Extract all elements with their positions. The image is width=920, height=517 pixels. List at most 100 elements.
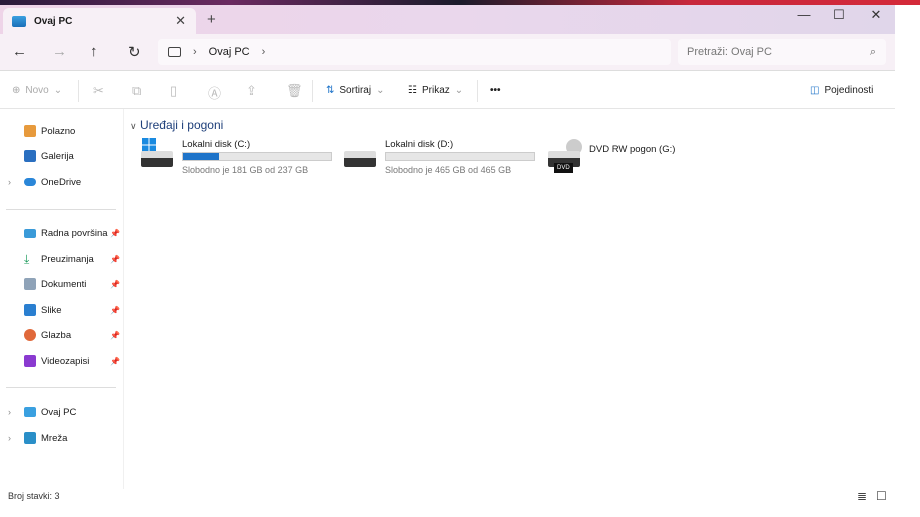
computer-icon bbox=[168, 47, 181, 57]
tab-ovaj-pc[interactable]: Ovaj PC ✕ bbox=[3, 8, 196, 34]
new-tab-button[interactable]: + bbox=[207, 11, 216, 28]
label: Polazno bbox=[41, 125, 76, 137]
paste-icon[interactable]: ▯ bbox=[170, 83, 177, 99]
usage-bar bbox=[182, 152, 332, 161]
divider bbox=[6, 387, 116, 388]
file-explorer-window: Ovaj PC ✕ + — ☐ ✕ ← → ↑ ↻ › Ovaj PC › Pr… bbox=[0, 5, 895, 517]
back-button[interactable]: ← bbox=[12, 43, 27, 60]
pin-icon: 📌 bbox=[110, 305, 120, 315]
divider bbox=[6, 209, 116, 210]
label: Preuzimanja bbox=[41, 253, 94, 265]
item-count: Broj stavki: 3 bbox=[8, 491, 60, 501]
plus-circle-icon: ⊕ bbox=[12, 85, 21, 96]
group-header[interactable]: ∨ Uređaji i pogoni bbox=[130, 118, 223, 132]
drive-d[interactable]: Lokalni disk (D:) Slobodno je 465 GB od … bbox=[344, 139, 544, 179]
divider bbox=[477, 80, 478, 102]
collapse-chevron-icon: ∨ bbox=[130, 121, 137, 131]
close-window-button[interactable]: ✕ bbox=[858, 7, 894, 23]
drive-g[interactable]: DVD DVD RW pogon (G:) bbox=[548, 139, 688, 179]
sidebar-item-network[interactable]: Mreža bbox=[24, 429, 124, 447]
search-icon: ⌕ bbox=[869, 45, 876, 58]
sidebar-item-downloads[interactable]: ⤓ Preuzimanja 📌 bbox=[24, 250, 124, 268]
group-title: Uređaji i pogoni bbox=[139, 118, 224, 132]
drive-name: Lokalni disk (D:) bbox=[385, 139, 454, 150]
sidebar-item-this-pc[interactable]: Ovaj PC bbox=[24, 403, 124, 421]
delete-icon[interactable]: 🗑 bbox=[286, 83, 303, 99]
details-view-icon[interactable]: ≣ bbox=[857, 489, 867, 503]
download-icon: ⤓ bbox=[24, 252, 30, 266]
sidebar-item-documents[interactable]: Dokumenti 📌 bbox=[24, 275, 124, 293]
navigation-pane: Polazno Galerija › OneDrive Radna površi… bbox=[0, 109, 124, 489]
navigation-bar: ← → ↑ ↻ › Ovaj PC › Pretraži: Ovaj PC ⌕ bbox=[0, 34, 895, 71]
share-icon[interactable]: ⇪ bbox=[246, 83, 257, 99]
chevron-right-icon: › bbox=[193, 46, 197, 58]
view-button[interactable]: ☷ Prikaz ⌄ bbox=[408, 85, 463, 96]
details-button[interactable]: ◫ Pojedinosti bbox=[810, 85, 873, 96]
label: Videozapisi bbox=[41, 355, 90, 367]
breadcrumb-ovaj-pc[interactable]: Ovaj PC bbox=[209, 46, 250, 58]
pin-icon: 📌 bbox=[110, 330, 120, 340]
windows-logo-icon bbox=[142, 138, 156, 152]
sidebar-item-music[interactable]: Glazba 📌 bbox=[24, 326, 124, 344]
gallery-icon bbox=[24, 150, 36, 162]
sidebar-item-pictures[interactable]: Slike 📌 bbox=[24, 301, 124, 319]
sort-label: Sortiraj bbox=[339, 85, 372, 96]
details-label: Pojedinosti bbox=[824, 85, 874, 96]
forward-button[interactable]: → bbox=[52, 43, 67, 60]
monitor-icon bbox=[12, 15, 26, 27]
label: Glazba bbox=[41, 329, 72, 341]
drive-name: DVD RW pogon (G:) bbox=[589, 144, 676, 155]
expand-chevron-icon[interactable]: › bbox=[8, 433, 11, 443]
up-button[interactable]: ↑ bbox=[90, 43, 98, 60]
dvd-badge: DVD bbox=[554, 163, 573, 173]
sidebar-item-desktop[interactable]: Radna površina 📌 bbox=[24, 224, 124, 242]
command-bar: ⊕ Novo ⌄ ✂ ⧉ ▯ Ⓐ ⇪ 🗑 ⇅ Sortiraj ⌄ ☷ Prikaz ⌄ •… bbox=[0, 72, 895, 109]
refresh-button[interactable]: ↻ bbox=[128, 43, 141, 61]
details-pane-icon: ◫ bbox=[810, 85, 820, 96]
sidebar-item-gallery[interactable]: Galerija bbox=[24, 147, 124, 165]
sidebar-item-onedrive[interactable]: OneDrive bbox=[24, 173, 124, 191]
view-icon: ☷ bbox=[408, 85, 417, 96]
documents-icon bbox=[24, 278, 36, 290]
tab-title: Ovaj PC bbox=[34, 15, 73, 27]
new-button[interactable]: ⊕ Novo ⌄ bbox=[12, 85, 62, 96]
rename-icon[interactable]: Ⓐ bbox=[208, 83, 221, 102]
pin-icon: 📌 bbox=[110, 356, 120, 366]
network-icon bbox=[24, 432, 36, 444]
view-label: Prikaz bbox=[421, 85, 450, 96]
search-input[interactable]: Pretraži: Ovaj PC ⌕ bbox=[678, 39, 886, 65]
tab-bar: Ovaj PC ✕ + — ☐ ✕ bbox=[0, 5, 895, 34]
search-placeholder: Pretraži: Ovaj PC bbox=[687, 46, 772, 58]
drive-name: Lokalni disk (C:) bbox=[182, 139, 251, 150]
cloud-icon bbox=[24, 178, 36, 186]
sort-button[interactable]: ⇅ Sortiraj ⌄ bbox=[326, 85, 384, 96]
expand-chevron-icon[interactable]: › bbox=[8, 407, 11, 417]
pin-icon: 📌 bbox=[110, 279, 120, 289]
chevron-right-icon[interactable]: › bbox=[262, 46, 266, 58]
cut-icon[interactable]: ✂ bbox=[93, 83, 104, 99]
drive-c[interactable]: Lokalni disk (C:) Slobodno je 181 GB od … bbox=[141, 138, 341, 179]
drive-icon bbox=[344, 151, 376, 167]
maximize-button[interactable]: ☐ bbox=[821, 7, 857, 23]
address-bar[interactable]: › Ovaj PC › bbox=[158, 39, 671, 65]
copy-icon[interactable]: ⧉ bbox=[132, 83, 141, 99]
pictures-icon bbox=[24, 304, 36, 316]
drive-free-space: Slobodno je 181 GB od 237 GB bbox=[182, 165, 309, 175]
videos-icon bbox=[24, 355, 36, 367]
tiles-view-icon[interactable]: ☐ bbox=[876, 489, 887, 503]
pin-icon: 📌 bbox=[110, 228, 120, 238]
expand-chevron-icon[interactable]: › bbox=[8, 177, 11, 187]
monitor-icon bbox=[24, 407, 36, 417]
close-tab-button[interactable]: ✕ bbox=[175, 13, 186, 29]
more-button[interactable]: ••• bbox=[490, 85, 501, 96]
label: Radna površina bbox=[41, 227, 108, 239]
sidebar-item-videos[interactable]: Videozapisi 📌 bbox=[24, 352, 124, 370]
sort-icon: ⇅ bbox=[326, 85, 335, 96]
minimize-button[interactable]: — bbox=[786, 7, 822, 22]
music-icon bbox=[24, 329, 36, 341]
label: Dokumenti bbox=[41, 278, 87, 290]
pin-icon: 📌 bbox=[110, 254, 120, 264]
usage-bar bbox=[385, 152, 535, 161]
label: Galerija bbox=[41, 150, 74, 162]
sidebar-item-home[interactable]: Polazno bbox=[24, 122, 124, 140]
